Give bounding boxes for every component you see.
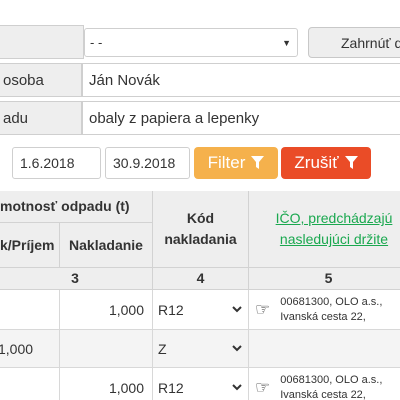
pointing-hand-icon[interactable]: ☞ — [255, 300, 270, 320]
chevron-down-icon — [232, 345, 242, 352]
company-line: 00681300, OLO a.s., — [280, 295, 383, 308]
code-select[interactable]: R12 — [153, 290, 249, 330]
date-from-input[interactable]: 1.6.2018 — [12, 147, 101, 179]
company-line: Ivanská cesta 22, — [280, 388, 366, 400]
row1-label — [0, 25, 84, 59]
code-select[interactable]: R12 — [153, 368, 249, 400]
company-line: 00681300, OLO a.s., — [280, 373, 383, 386]
funnel-icon — [344, 156, 358, 169]
chevron-down-icon — [232, 306, 242, 313]
waste-value[interactable]: obaly z papiera a lepenky — [82, 101, 400, 135]
person-value[interactable]: Ján Novák — [82, 63, 400, 97]
person-label: osoba — [0, 63, 82, 97]
include-button[interactable]: Zahrnúť d — [308, 27, 400, 58]
table-row-loading[interactable]: 1,000 — [60, 290, 153, 330]
table-row-loading[interactable] — [60, 330, 153, 368]
header-loading: Nakladanie — [60, 223, 153, 268]
cancel-label: Zrušiť — [294, 153, 339, 172]
table-row-company: ☞ 00681300, OLO a.s., Ivanská cesta 22, — [249, 290, 400, 330]
caret-down-icon: ▼ — [282, 37, 291, 48]
col-number: 5 — [249, 268, 400, 290]
table-row-company — [249, 330, 400, 368]
ico-header-link[interactable]: IČO, predchádzajú nasledujúci držite — [269, 208, 399, 250]
select-value: - - — [90, 35, 103, 50]
cancel-button[interactable]: Zrušiť — [281, 147, 371, 179]
col-number: 3 — [0, 268, 153, 290]
table-row-receipt[interactable] — [0, 368, 60, 400]
table-row-loading[interactable]: 1,000 — [60, 368, 153, 400]
chevron-down-icon — [232, 384, 242, 391]
header-receipt: k/Príjem — [0, 223, 60, 268]
code-select[interactable]: Z — [153, 330, 249, 368]
header-ico: IČO, predchádzajú nasledujúci držite — [249, 191, 400, 268]
code-value: R12 — [158, 301, 184, 318]
select-dropdown[interactable]: - - ▼ — [84, 28, 298, 57]
table-row-company: ☞ 00681300, OLO a.s., Ivanská cesta 22, — [249, 368, 400, 400]
code-value: R12 — [158, 379, 184, 396]
waste-label: adu — [0, 101, 82, 135]
filter-button[interactable]: Filter — [194, 147, 278, 179]
header-quantity-group: motnosť odpadu (t) — [0, 191, 153, 223]
filter-label: Filter — [207, 153, 246, 172]
company-line: Ivanská cesta 22, — [280, 310, 366, 323]
col-number: 4 — [153, 268, 249, 290]
funnel-icon — [251, 156, 265, 169]
header-code: Kód nakladania — [153, 191, 249, 268]
code-value: Z — [158, 340, 167, 357]
date-to-input[interactable]: 30.9.2018 — [105, 147, 190, 179]
table-row-receipt[interactable]: 1,000 — [0, 330, 60, 368]
pointing-hand-icon[interactable]: ☞ — [255, 378, 270, 398]
table-row-receipt[interactable] — [0, 290, 60, 330]
